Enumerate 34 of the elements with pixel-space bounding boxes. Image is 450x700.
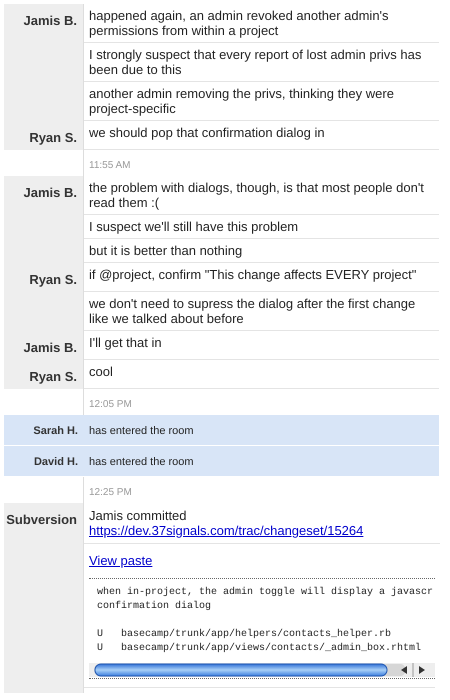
message-text: we should pop that confirmation dialog in	[89, 125, 326, 140]
speaker-name: Subversion	[6, 512, 77, 527]
enter-notice: has entered the room	[89, 425, 194, 437]
changeset-link[interactable]: https://dev.37signals.com/trac/changeset/15264	[89, 523, 364, 538]
message-text: cool	[89, 364, 114, 379]
message-text: I'll get that in	[89, 335, 163, 350]
message-text: the problem with dialogs, though, is that most people don't read them :(	[89, 180, 425, 210]
paste-line: when in-project, the admin toggle will display a javascr	[97, 586, 434, 600]
message-text: we don't need to supress the dialog after the first change like we talked about before	[89, 296, 416, 326]
message-text: but it is better than nothing	[89, 243, 244, 258]
message-text: if @project, confirm "This change affects EVERY project"	[89, 267, 418, 282]
paste-line: confirmation dialog	[97, 600, 212, 614]
speaker-name: Ryan S.	[29, 369, 77, 384]
file-status: U	[97, 628, 104, 642]
message-text: another admin removing the privs, thinking they were project-specific	[89, 86, 395, 116]
message-text: I suspect we'll still have this problem	[89, 219, 300, 234]
speaker-name: David H.	[34, 456, 78, 468]
enter-notice: has entered the room	[89, 456, 194, 468]
file-status: U	[97, 642, 104, 656]
message-text: happened again, an admin revoked another admin's permissions from within a project	[89, 8, 390, 38]
file-path: basecamp/trunk/app/views/contacts/_admin_box.rhtml	[121, 642, 422, 656]
speaker-name: Jamis B.	[24, 185, 77, 200]
commit-text: Jamis committed	[89, 508, 187, 523]
timestamp: 12:25 PM	[89, 487, 133, 499]
file-path: basecamp/trunk/app/helpers/contacts_helper.rb	[121, 628, 392, 642]
timestamp: 12:05 PM	[89, 399, 133, 411]
message-text: I strongly suspect that every report of lost admin privs has been due to this	[89, 47, 422, 77]
speaker-name: Ryan S.	[29, 130, 77, 145]
speaker-name: Jamis B.	[24, 340, 77, 355]
timestamp: 11:55 AM	[89, 160, 132, 172]
view-paste-link[interactable]: View paste	[89, 553, 152, 568]
speaker-name: Ryan S.	[29, 272, 77, 287]
speaker-name: Sarah H.	[33, 425, 78, 437]
speaker-name: Jamis B.	[24, 13, 77, 28]
